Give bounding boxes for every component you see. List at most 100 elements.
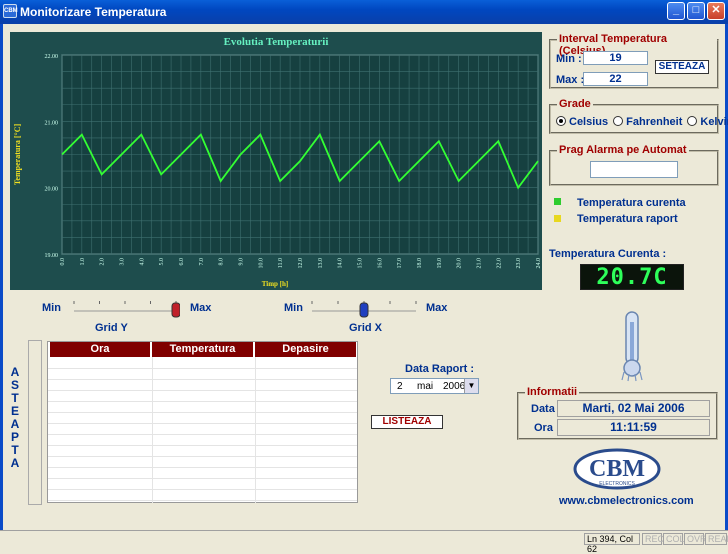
y-tick-label: 22.00 <box>45 54 59 60</box>
window-title: Monitorizare Temperatura <box>20 5 167 19</box>
grid-y-max-label: Max <box>190 302 212 314</box>
table-row[interactable] <box>48 380 357 391</box>
current-temp-display: 20.7C <box>580 264 684 290</box>
chevron-down-icon[interactable]: ▼ <box>464 379 478 393</box>
grade-legend: Grade <box>557 98 593 110</box>
radio-icon[interactable] <box>613 116 624 126</box>
x-tick-label: 13.0 <box>318 258 324 269</box>
y-tick-label: 19.00 <box>45 253 59 259</box>
x-tick-label: 12.0 <box>298 258 304 269</box>
grid-y-slider[interactable] <box>70 300 181 318</box>
info-legend: Informatii <box>525 386 580 398</box>
x-tick-label: 21.0 <box>477 258 483 269</box>
app-icon: CBM <box>3 4 18 18</box>
vertical-scrollbar[interactable] <box>28 340 42 505</box>
x-axis-label: Timp [h] <box>262 280 289 288</box>
grade-option-celsius[interactable]: Celsius <box>556 116 608 128</box>
x-tick-label: 1.0 <box>80 258 86 266</box>
y-axis-label: Temperatura [°C] <box>13 124 22 186</box>
table-row[interactable] <box>48 479 357 490</box>
status-vertical-text: ASTEAPTA <box>10 365 20 470</box>
x-tick-label: 8.0 <box>219 258 225 266</box>
seteaza-button[interactable]: SETEAZA <box>655 60 709 74</box>
grid-x-slider[interactable] <box>308 300 420 318</box>
status-flag-col: COL <box>663 533 685 545</box>
alarm-threshold-input[interactable] <box>590 161 678 178</box>
x-tick-label: 20.0 <box>457 258 463 269</box>
report-day: 2 <box>397 381 403 392</box>
table-row[interactable] <box>48 424 357 435</box>
table-row[interactable] <box>48 369 357 380</box>
legend-swatch-report <box>554 215 561 222</box>
temperature-chart: Evolutia Temperaturii 22.00 21.00 20.00 19.… <box>10 32 542 290</box>
grid-y-caption: Grid Y <box>95 322 128 334</box>
info-time-label: Ora <box>534 422 553 434</box>
x-tick-label: 10.0 <box>258 258 264 269</box>
table-row[interactable] <box>48 490 357 501</box>
grade-option-fahrenheit[interactable]: Fahrenheit <box>613 116 682 128</box>
slider-thumb <box>359 302 369 318</box>
x-tick-label: 3.0 <box>120 258 126 266</box>
interval-min-input[interactable]: 19 <box>583 51 648 65</box>
grid-x-caption: Grid X <box>349 322 383 334</box>
logo-subtext: ELECTRONICS <box>599 481 635 487</box>
alarm-legend: Prag Alarma pe Automat <box>557 144 689 156</box>
chart-plot: 22.00 21.00 20.00 19.000.0 1.0 2.0 3.0 4.0 5.0 6.… <box>13 54 542 288</box>
report-date-picker[interactable]: 2 mai 2006 ▼ <box>390 378 479 394</box>
column-header-depasire[interactable]: Depasire <box>255 342 357 357</box>
x-tick-label: 9.0 <box>239 258 245 266</box>
report-date-label: Data Raport : <box>405 363 475 375</box>
interval-max-input[interactable]: 22 <box>583 72 648 86</box>
grid-y-min-label: Min <box>42 302 61 314</box>
x-tick-label: 16.0 <box>377 258 383 269</box>
brand-url[interactable]: www.cbmelectronics.com <box>559 495 694 507</box>
x-tick-label: 18.0 <box>417 258 423 269</box>
close-button[interactable]: ✕ <box>707 2 725 20</box>
table-row[interactable] <box>48 391 357 402</box>
cbm-logo: CBM ELECTRONICS <box>573 448 661 490</box>
grade-option-kelvin[interactable]: Kelvin <box>687 116 728 128</box>
x-tick-label: 14.0 <box>338 258 344 269</box>
status-flag-rec: REC <box>642 533 664 545</box>
x-tick-label: 4.0 <box>139 258 145 266</box>
status-position: Ln 394, Col 62 <box>584 533 640 554</box>
radio-icon[interactable] <box>687 116 698 126</box>
table-row[interactable] <box>48 413 357 424</box>
legend-swatch-current <box>554 198 561 205</box>
slider-thumb <box>171 302 181 318</box>
table-row[interactable] <box>48 468 357 479</box>
listeaza-button[interactable]: LISTEAZA <box>371 415 443 429</box>
status-bar: Ln 394, Col 62 REC COL OVR READ <box>0 530 728 554</box>
logo-text: CBM <box>589 456 645 482</box>
x-tick-label: 11.0 <box>278 258 284 268</box>
y-tick-label: 20.00 <box>45 187 59 193</box>
maximize-button[interactable]: □ <box>687 2 705 20</box>
table-row[interactable] <box>48 457 357 468</box>
x-tick-label: 19.0 <box>437 258 443 269</box>
radio-icon[interactable] <box>556 116 566 126</box>
x-tick-label: 15.0 <box>358 258 364 269</box>
thermometer-icon <box>621 311 643 382</box>
column-header-temperatura[interactable]: Temperatura <box>152 342 254 357</box>
report-year: 2006 <box>443 381 466 392</box>
title-bar: CBM Monitorizare Temperatura _ □ ✕ <box>0 0 728 24</box>
interval-min-label: Min : <box>556 53 582 65</box>
x-tick-label: 5.0 <box>159 258 165 266</box>
info-date-label: Data <box>531 403 555 415</box>
table-row[interactable] <box>48 435 357 446</box>
table-row[interactable] <box>48 402 357 413</box>
status-flag-read: READ <box>705 533 728 545</box>
table-row[interactable] <box>48 358 357 369</box>
column-header-ora[interactable]: Ora <box>50 342 151 357</box>
legend-current-label: Temperatura curenta <box>577 197 686 209</box>
table-row[interactable] <box>48 446 357 457</box>
grade-options: Celsius Fahrenheit Kelvin <box>556 116 728 130</box>
x-tick-label: 2.0 <box>100 258 106 266</box>
legend-report-label: Temperatura raport <box>577 213 678 225</box>
x-tick-label: 24.0 <box>536 258 542 269</box>
minimize-button[interactable]: _ <box>667 2 685 20</box>
x-tick-label: 0.0 <box>60 258 66 266</box>
y-tick-label: 21.00 <box>45 120 59 126</box>
x-tick-label: 6.0 <box>179 258 185 266</box>
grid-x-min-label: Min <box>284 302 303 314</box>
